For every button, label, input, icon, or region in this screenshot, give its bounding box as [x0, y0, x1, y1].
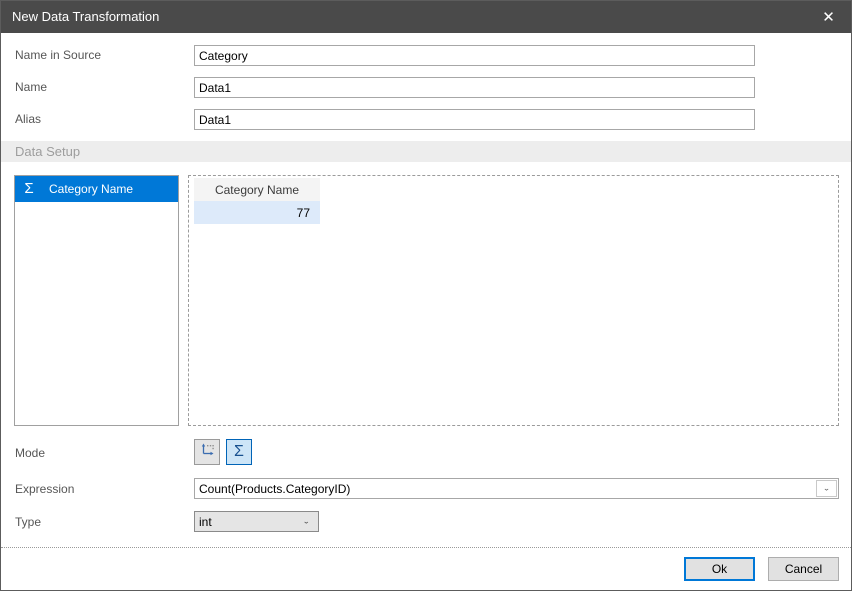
title-bar: New Data Transformation ✕: [1, 1, 851, 33]
chevron-down-icon: ⌄: [823, 484, 831, 493]
alias-label: Alias: [15, 112, 41, 126]
close-icon: ✕: [822, 8, 835, 26]
name-input[interactable]: [194, 77, 755, 98]
expression-label: Expression: [15, 482, 74, 496]
sigma-icon: Σ: [234, 444, 244, 460]
dialog-title: New Data Transformation: [12, 1, 159, 33]
preview-table: Category Name 77: [194, 178, 320, 224]
data-preview-panel: Category Name 77: [188, 175, 839, 426]
list-item-label: Category Name: [49, 182, 133, 196]
expression-dropdown-button[interactable]: ⌄: [816, 480, 837, 497]
expression-input[interactable]: [195, 479, 818, 498]
preview-table-header[interactable]: Category Name: [194, 178, 320, 201]
aggregate-mode-button[interactable]: Σ: [226, 439, 252, 465]
new-data-transformation-dialog: New Data Transformation ✕ Name in Source…: [0, 0, 852, 591]
data-setup-label: Data Setup: [15, 144, 80, 159]
dimensions-axes-icon: [199, 442, 215, 463]
cancel-button[interactable]: Cancel: [768, 557, 839, 581]
footer-separator: [1, 547, 851, 548]
sigma-icon: Σ: [22, 176, 36, 202]
ok-button[interactable]: Ok: [684, 557, 755, 581]
mode-label: Mode: [15, 446, 45, 460]
type-label: Type: [15, 515, 41, 529]
list-item-category-name[interactable]: Σ Category Name: [15, 176, 178, 202]
type-dropdown[interactable]: int ⌄: [194, 511, 319, 532]
name-in-source-input[interactable]: [194, 45, 755, 66]
close-button[interactable]: ✕: [806, 1, 851, 33]
chevron-down-icon: ⌄: [302, 517, 310, 526]
preview-table-cell[interactable]: 77: [194, 201, 320, 224]
expression-combobox[interactable]: ⌄: [194, 478, 839, 499]
dimensions-mode-button[interactable]: [194, 439, 220, 465]
data-setup-section-header: Data Setup: [1, 141, 851, 162]
name-in-source-label: Name in Source: [15, 48, 101, 62]
type-value: int: [199, 515, 212, 529]
alias-input[interactable]: [194, 109, 755, 130]
columns-listbox[interactable]: Σ Category Name: [14, 175, 179, 426]
name-label: Name: [15, 80, 47, 94]
